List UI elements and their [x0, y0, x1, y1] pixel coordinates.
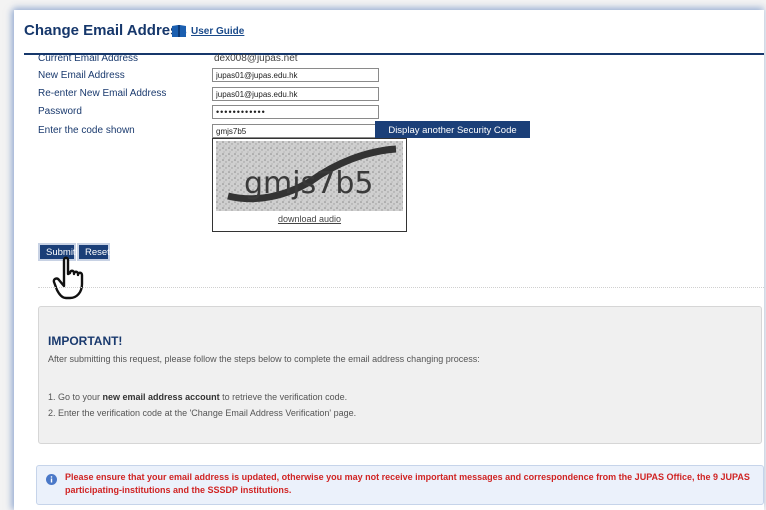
reenter-email-label: Re-enter New Email Address [38, 88, 167, 99]
captcha-image: gmjs7b5 [216, 141, 403, 211]
captcha-text: gmjs7b5 [244, 166, 373, 201]
important-step-2: 2. Enter the verification code at the 'C… [48, 408, 357, 418]
current-email-label: Current Email Address [38, 53, 139, 64]
hand-pointer-icon [52, 256, 84, 300]
important-box: IMPORTANT! After submitting this request… [38, 306, 762, 444]
security-code-field[interactable] [212, 124, 379, 138]
security-code-label: Enter the code shown [38, 125, 135, 136]
important-intro: After submitting this request, please fo… [48, 354, 480, 364]
email-update-notice: Please ensure that your email address is… [36, 465, 764, 505]
notice-text: Please ensure that your email address is… [65, 472, 750, 495]
display-another-code-button[interactable]: Display another Security Code [375, 121, 530, 138]
change-email-panel: Change Email Address User Guide Current … [14, 10, 764, 510]
password-label: Password [38, 106, 82, 117]
password-field[interactable] [212, 105, 379, 119]
info-icon [46, 474, 57, 485]
page-title: Change Email Address [24, 22, 187, 39]
new-email-label: New Email Address [38, 70, 125, 81]
page-header: Change Email Address User Guide [24, 19, 764, 55]
reenter-email-field[interactable] [212, 87, 379, 101]
download-audio-link[interactable]: download audio [213, 214, 406, 224]
divider [38, 287, 764, 288]
important-title: IMPORTANT! [48, 334, 123, 348]
book-icon [172, 25, 186, 37]
important-step-1: 1. Go to your new email address account … [48, 392, 348, 402]
user-guide-link[interactable]: User Guide [191, 26, 244, 37]
current-email-value: dex008@jupas.net [214, 53, 298, 64]
captcha-box: gmjs7b5 download audio [212, 138, 407, 232]
new-email-field[interactable] [212, 68, 379, 82]
